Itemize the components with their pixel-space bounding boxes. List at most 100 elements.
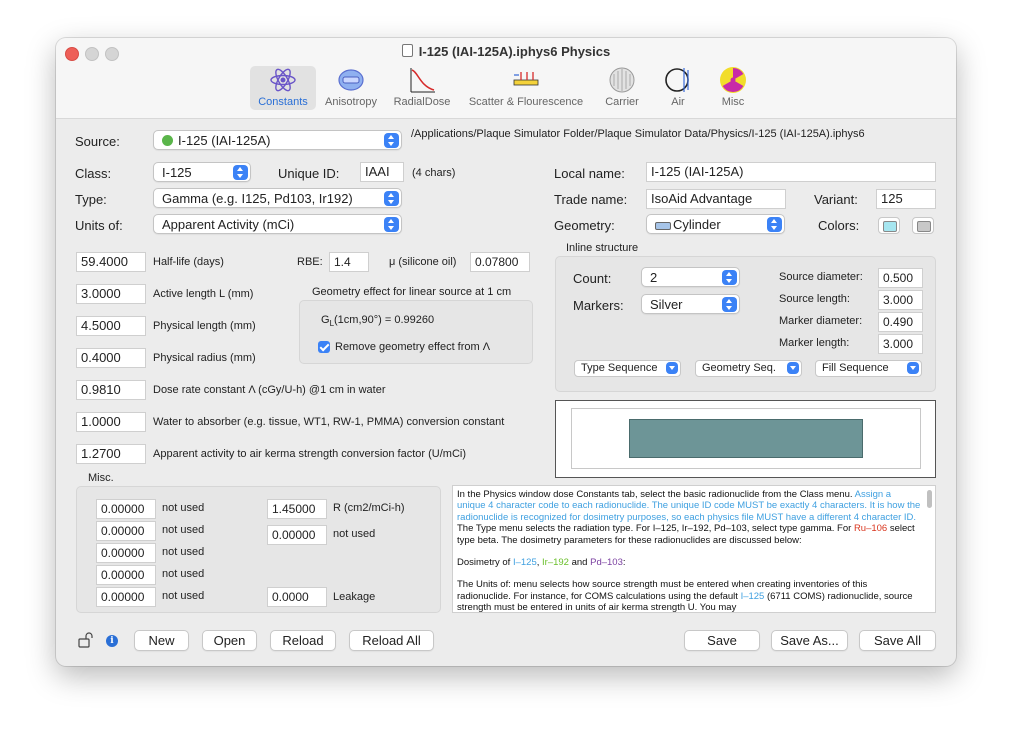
source-diameter-field[interactable]: 0.500: [878, 268, 923, 288]
tab-constants[interactable]: Constants: [250, 66, 316, 110]
tab-radialdose-label: RadialDose: [393, 96, 451, 108]
geometry-value: Cylinder: [673, 217, 721, 232]
save-as-button[interactable]: Save As...: [771, 630, 848, 651]
count-arrows-icon: [722, 270, 737, 285]
fill-sequence-label: Fill Sequence: [822, 362, 889, 374]
open-button[interactable]: Open: [202, 630, 257, 651]
trade-name-field[interactable]: IsoAid Advantage: [646, 189, 786, 209]
half-life-label: Half-life (days): [153, 256, 224, 268]
info-icon[interactable]: i: [106, 635, 118, 647]
help-scrollbar-thumb[interactable]: [927, 490, 932, 508]
dose-rate-field[interactable]: 0.9810: [76, 380, 146, 400]
misc-right-label-1: R (cm2/mCi-h): [333, 502, 405, 514]
apparent-activity-field[interactable]: 1.2700: [76, 444, 146, 464]
help-paragraph-3: The Units of: menu selects how source st…: [457, 579, 921, 612]
misc-left-field-4[interactable]: 0.00000: [96, 565, 156, 585]
water-absorber-label: Water to absorber (e.g. tissue, WT1, RW-…: [153, 416, 505, 428]
window-title-wrap: I-125 (IAI-125A).iphys6 Physics: [56, 44, 956, 59]
half-life-field[interactable]: 59.4000: [76, 252, 146, 272]
source-status-icon: [162, 135, 173, 146]
fill-sequence-popup[interactable]: Fill Sequence: [815, 360, 922, 377]
class-arrows-icon: [233, 165, 248, 180]
air-icon: [665, 68, 689, 92]
count-popup[interactable]: 2: [641, 267, 740, 287]
class-popup[interactable]: I-125: [153, 162, 251, 182]
variant-label: Variant:: [814, 192, 858, 207]
class-label: Class:: [75, 166, 112, 181]
formula-g: G: [321, 314, 330, 326]
source-popup[interactable]: I-125 (IAI-125A): [153, 130, 402, 150]
source-value: I-125 (IAI-125A): [178, 133, 271, 148]
reload-all-button[interactable]: Reload All: [349, 630, 434, 651]
type-arrows-icon: [384, 191, 399, 206]
misc-left-field-3[interactable]: 0.00000: [96, 543, 156, 563]
misc-left-field-2[interactable]: 0.00000: [96, 521, 156, 541]
geometry-seq-arrow-icon: [787, 362, 799, 374]
misc-left-field-5[interactable]: 0.00000: [96, 587, 156, 607]
physical-length-field[interactable]: 4.5000: [76, 316, 146, 336]
marker-diameter-field[interactable]: 0.490: [878, 312, 923, 332]
help-text-area[interactable]: In the Physics window dose Constants tab…: [452, 485, 936, 613]
geometry-popup[interactable]: Cylinder: [646, 214, 785, 234]
type-sequence-popup[interactable]: Type Sequence: [574, 360, 681, 377]
units-popup[interactable]: Apparent Activity (mCi): [153, 214, 402, 234]
tab-carrier[interactable]: Carrier: [596, 66, 648, 110]
save-button[interactable]: Save: [684, 630, 760, 651]
rbe-label: RBE:: [297, 256, 323, 268]
water-absorber-field[interactable]: 1.0000: [76, 412, 146, 432]
marker-length-field[interactable]: 3.000: [878, 334, 923, 354]
color-well-2[interactable]: [912, 217, 934, 234]
help-p2f: Pd–103: [590, 557, 623, 569]
unlock-icon[interactable]: [78, 632, 96, 648]
radiation-icon: [720, 67, 746, 93]
remove-geometry-checkbox[interactable]: [318, 341, 330, 353]
misc-right-field-2[interactable]: 0.00000: [267, 525, 327, 545]
tab-anisotropy[interactable]: Anisotropy: [320, 66, 382, 110]
tab-misc[interactable]: Misc: [708, 66, 758, 110]
marker-length-label: Marker length:: [779, 337, 850, 349]
misc-right-field-1[interactable]: 1.45000: [267, 499, 327, 519]
reload-button[interactable]: Reload: [270, 630, 336, 651]
mu-field[interactable]: 0.07800: [470, 252, 530, 272]
save-all-button[interactable]: Save All: [859, 630, 936, 651]
anisotropy-icon: [338, 69, 364, 91]
physics-window: I-125 (IAI-125A).iphys6 Physics Constant…: [56, 38, 956, 666]
units-arrows-icon: [384, 217, 399, 232]
atom-icon: [270, 68, 296, 92]
source-diameter-label: Source diameter:: [779, 271, 863, 283]
type-popup[interactable]: Gamma (e.g. I125, Pd103, Ir192): [153, 188, 402, 208]
fill-sequence-arrow-icon: [907, 362, 919, 374]
local-name-field[interactable]: I-125 (IAI-125A): [646, 162, 936, 182]
help-p2e: and: [568, 557, 591, 569]
unique-id-label: Unique ID:: [278, 166, 340, 181]
misc-left-label-3: not used: [162, 546, 205, 558]
variant-field[interactable]: 125: [876, 189, 936, 209]
source-label: Source:: [75, 134, 120, 149]
type-label: Type:: [75, 192, 107, 207]
misc-title: Misc.: [88, 472, 114, 484]
physical-radius-field[interactable]: 0.4000: [76, 348, 146, 368]
inline-structure-group: Count: 2 Markers: Silver Source diameter…: [555, 256, 936, 392]
trade-name-label: Trade name:: [554, 192, 628, 207]
geometry-seq-label: Geometry Seq.: [702, 362, 776, 374]
document-icon: [401, 44, 413, 57]
misc-right-field-3[interactable]: 0.0000: [267, 587, 327, 607]
tab-radialdose[interactable]: RadialDose: [390, 66, 454, 110]
active-length-field[interactable]: 3.0000: [76, 284, 146, 304]
source-length-field[interactable]: 3.000: [878, 290, 923, 310]
unique-id-field[interactable]: IAAI: [360, 162, 404, 182]
rbe-field[interactable]: 1.4: [329, 252, 369, 272]
marker-diameter-label: Marker diameter:: [779, 315, 863, 327]
color-well-1[interactable]: [878, 217, 900, 234]
misc-left-field-1[interactable]: 0.00000: [96, 499, 156, 519]
help-p1d: Ru–106: [853, 523, 888, 535]
preview-source-body: [629, 419, 863, 458]
markers-popup[interactable]: Silver: [641, 294, 740, 314]
geometry-seq-popup[interactable]: Geometry Seq.: [695, 360, 802, 377]
tab-scatter[interactable]: Scatter & Flourescence: [462, 66, 590, 110]
misc-right-label-2: not used: [333, 528, 376, 540]
physical-length-label: Physical length (mm): [153, 320, 256, 332]
new-button[interactable]: New: [134, 630, 189, 651]
tab-air[interactable]: Air: [656, 66, 700, 110]
misc-left-label-5: not used: [162, 590, 205, 602]
